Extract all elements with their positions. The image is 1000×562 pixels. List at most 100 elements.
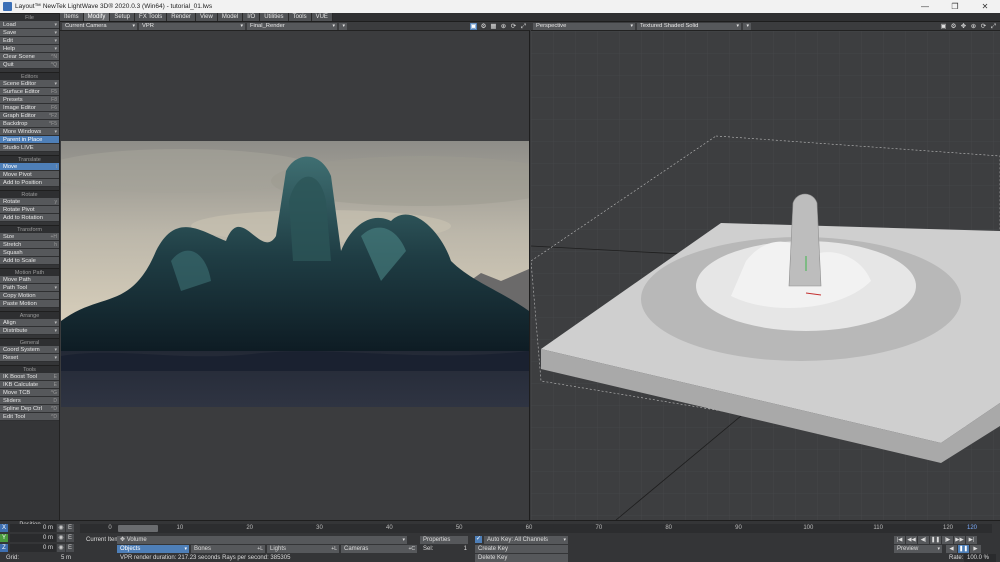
delete-key-button[interactable]: Delete Key (475, 554, 568, 562)
toolbar-button-help[interactable]: Help ▾ (0, 45, 59, 53)
toolbar-button-stretch[interactable]: Stretch h (0, 241, 59, 249)
eye-icon[interactable]: ◉ (57, 534, 65, 542)
cameras-button[interactable]: Cameras +C (341, 545, 417, 553)
rotate-view-icon[interactable]: ⟳ (510, 23, 517, 30)
view-type-select[interactable]: Current Camera ▾ (62, 22, 137, 30)
eye-icon[interactable]: ◉ (57, 544, 65, 552)
toolbar-button-add-to-scale[interactable]: Add to Scale (0, 257, 59, 265)
toolbar-button-load[interactable]: Load ▾ (0, 21, 59, 29)
envelope-button[interactable]: E (66, 534, 74, 542)
toolbar-button-save[interactable]: Save ▾ (0, 29, 59, 37)
toolbar-button-edit-tool[interactable]: Edit Tool ^D (0, 413, 59, 421)
tab-modify[interactable]: Modify (83, 13, 111, 21)
zoom-icon[interactable]: ⊕ (500, 23, 507, 30)
toolbar-button-add-to-position[interactable]: Add to Position (0, 179, 59, 187)
create-key-button[interactable]: Create Key (475, 545, 568, 553)
toolbar-button-move-tcb[interactable]: Move TCB ^G (0, 389, 59, 397)
toolbar-button-surface-editor[interactable]: Surface Editor F5 (0, 88, 59, 96)
toolbar-button-move-pivot[interactable]: Move Pivot (0, 171, 59, 179)
perspective-select[interactable]: Perspective ▾ (533, 22, 635, 30)
toolbar-button-squash[interactable]: Squash (0, 249, 59, 257)
shading-options-select[interactable]: ▾ (743, 22, 751, 30)
toolbar-button-parent-in-place[interactable]: Parent in Place (0, 136, 59, 144)
play-forward-icon[interactable]: ▶ (970, 545, 981, 553)
restore-icon[interactable]: ❐ (940, 2, 970, 11)
toolbar-button-edit[interactable]: Edit ▾ (0, 37, 59, 45)
toolbar-button-rotate-pivot[interactable]: Rotate Pivot (0, 206, 59, 214)
bones-button[interactable]: Bones +L (191, 545, 265, 553)
toolbar-button-ikb-calculate[interactable]: IKB Calculate E (0, 381, 59, 389)
toolbar-button-distribute[interactable]: Distribute ▾ (0, 327, 59, 335)
autokey-select[interactable]: Auto Key: All Channels ▾ (484, 536, 568, 544)
timeline-ruler[interactable]: 0 10 20 30 40 50 60 70 80 90 100 110 120 120 (80, 524, 992, 533)
axis-value-field[interactable]: 0 m (10, 524, 56, 532)
toolbar-button-rotate[interactable]: Rotate y (0, 198, 59, 206)
preview-select[interactable]: Preview ▾ (894, 545, 942, 553)
envelope-button[interactable]: E (66, 544, 74, 552)
tab-vue[interactable]: VUE (311, 13, 333, 21)
toolbar-button-move[interactable]: Move t (0, 163, 59, 171)
maximize-icon[interactable]: ⤢ (520, 23, 527, 30)
play-pause-icon[interactable]: ❚❚ (958, 545, 969, 553)
gear-icon[interactable]: ⚙ (950, 23, 957, 30)
close-icon[interactable]: ✕ (970, 2, 1000, 11)
axis-value-field[interactable]: 0 m (10, 544, 56, 552)
tab-utilities[interactable]: Utilities (260, 13, 289, 21)
toolbar-button-align[interactable]: Align ▾ (0, 319, 59, 327)
maximize-icon[interactable]: ⤢ (990, 23, 997, 30)
toolbar-button-scene-editor[interactable]: Scene Editor ▾ (0, 80, 59, 88)
toolbar-button-graph-editor[interactable]: Graph Editor ^F2 (0, 112, 59, 120)
toolbar-button-sliders[interactable]: Sliders D (0, 397, 59, 405)
toolbar-button-paste-motion[interactable]: Paste Motion (0, 300, 59, 308)
timeline-slider[interactable] (118, 525, 158, 532)
tab-tools[interactable]: Tools (288, 13, 312, 21)
camera-view-icon[interactable]: ▣ (470, 23, 477, 30)
properties-button[interactable]: Properties (420, 536, 468, 544)
toolbar-button-reset[interactable]: Reset ▾ (0, 354, 59, 362)
grid-icon[interactable]: ▦ (490, 23, 497, 30)
tab-items[interactable]: Items (60, 13, 84, 21)
next-frame-icon[interactable]: |▶ (942, 536, 953, 544)
pause-icon[interactable]: ❚❚ (930, 536, 941, 544)
play-back-icon[interactable]: ◀ (946, 545, 957, 553)
camera-view-icon[interactable]: ▣ (940, 23, 947, 30)
tab-i-o[interactable]: I/O (243, 13, 261, 21)
toolbar-button-coord-system[interactable]: Coord System ▾ (0, 346, 59, 354)
lights-button[interactable]: Lights +L (267, 545, 339, 553)
toolbar-button-image-editor[interactable]: Image Editor F6 (0, 104, 59, 112)
prev-frame-icon[interactable]: ◀| (918, 536, 929, 544)
toolbar-button-ik-boost-tool[interactable]: IK Boost Tool E (0, 373, 59, 381)
camera-viewport[interactable] (60, 31, 530, 520)
rotate-view-icon[interactable]: ⟳ (980, 23, 987, 30)
step-back-icon[interactable]: ◀◀ (906, 536, 917, 544)
tab-fx-tools[interactable]: FX Tools (135, 13, 168, 21)
envelope-button[interactable]: E (66, 524, 74, 532)
eye-icon[interactable]: ◉ (57, 524, 65, 532)
toolbar-button-clear-scene[interactable]: Clear Scene ^N (0, 53, 59, 61)
move-view-icon[interactable]: ✥ (960, 23, 967, 30)
tab-view[interactable]: View (195, 13, 218, 21)
tab-setup[interactable]: Setup (110, 13, 136, 21)
toolbar-button-add-to-rotation[interactable]: Add to Rotation (0, 214, 59, 222)
toolbar-button-backdrop[interactable]: Backdrop ^F5 (0, 120, 59, 128)
toolbar-button-path-tool[interactable]: Path Tool ▾ (0, 284, 59, 292)
current-item-select[interactable]: ✥ Volume ▾ (117, 536, 407, 544)
shading-select[interactable]: Textured Shaded Solid ▾ (637, 22, 741, 30)
zoom-icon[interactable]: ⊕ (970, 23, 977, 30)
render-options-select[interactable]: ▾ (339, 22, 347, 30)
end-frame-field[interactable]: 120 (967, 524, 977, 533)
toolbar-button-size[interactable]: Size +H (0, 233, 59, 241)
toolbar-button-copy-motion[interactable]: Copy Motion (0, 292, 59, 300)
gear-icon[interactable]: ⚙ (480, 23, 487, 30)
axis-value-field[interactable]: 0 m (10, 534, 56, 542)
go-end-icon[interactable]: ▶| (966, 536, 977, 544)
toolbar-button-quit[interactable]: Quit ^Q (0, 61, 59, 69)
step-forward-icon[interactable]: ▶▶ (954, 536, 965, 544)
perspective-viewport[interactable] (531, 31, 1000, 520)
toolbar-button-move-path[interactable]: Move Path (0, 276, 59, 284)
go-start-icon[interactable]: |◀ (894, 536, 905, 544)
toolbar-button-studio-live[interactable]: Studio LIVE (0, 144, 59, 152)
tab-model[interactable]: Model (217, 13, 244, 21)
toolbar-button-presets[interactable]: Presets F8 (0, 96, 59, 104)
toolbar-button-spline-dep-ctrl[interactable]: Spline Dep Ctrl ^D (0, 405, 59, 413)
